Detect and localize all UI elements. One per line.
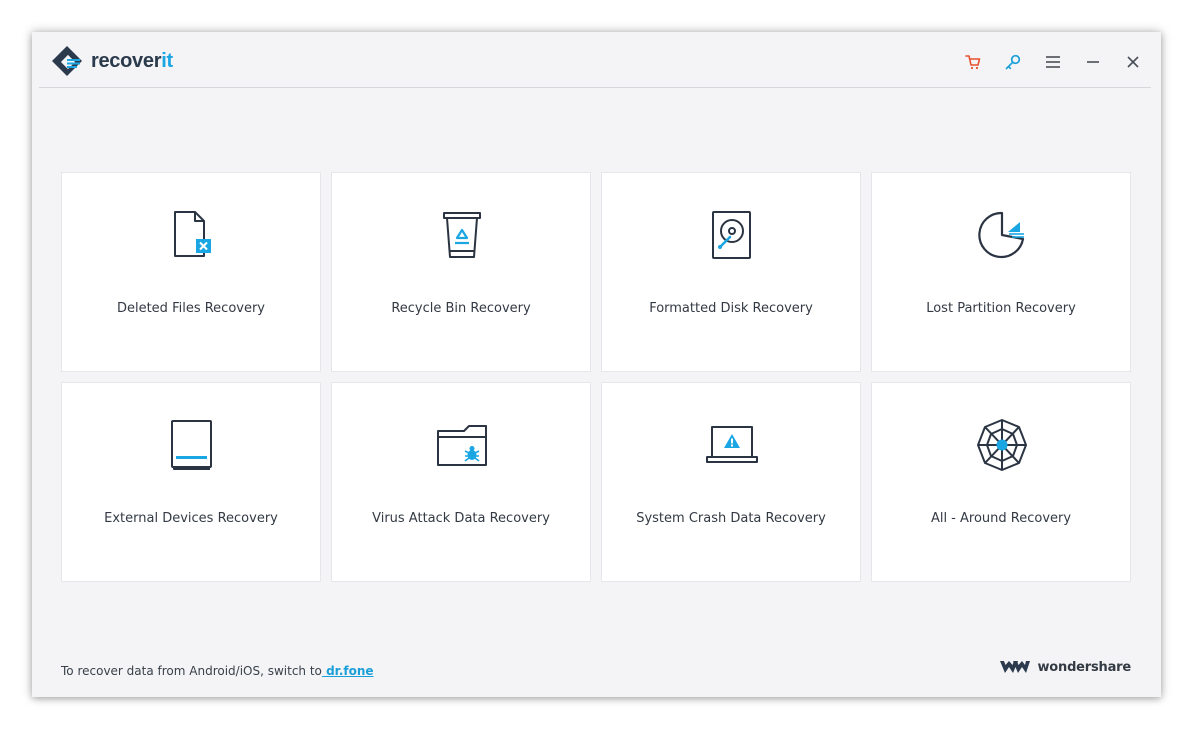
app-window: recoverit Deleted Files Recovery Recycle… bbox=[32, 32, 1161, 697]
card-external-devices-recovery[interactable]: External Devices Recovery bbox=[61, 382, 321, 582]
cart-button[interactable] bbox=[961, 50, 985, 74]
close-button[interactable] bbox=[1121, 50, 1145, 74]
card-lost-partition-recovery[interactable]: Lost Partition Recovery bbox=[871, 172, 1131, 372]
virus-folder-icon bbox=[437, 425, 487, 466]
hard-disk-icon bbox=[712, 211, 751, 259]
card-label: Lost Partition Recovery bbox=[926, 301, 1076, 316]
recycle-bin-icon bbox=[443, 212, 481, 258]
card-deleted-files-recovery[interactable]: Deleted Files Recovery bbox=[61, 172, 321, 372]
card-label: Recycle Bin Recovery bbox=[391, 301, 531, 316]
laptop-warning-icon bbox=[706, 426, 758, 463]
card-label: All - Around Recovery bbox=[930, 511, 1072, 526]
card-system-crash-data-recovery[interactable]: System Crash Data Recovery bbox=[601, 382, 861, 582]
card-label: System Crash Data Recovery bbox=[636, 511, 826, 526]
menu-button[interactable] bbox=[1041, 50, 1065, 74]
cart-icon bbox=[965, 55, 981, 70]
pie-partition-icon bbox=[978, 211, 1025, 259]
deleted-file-icon bbox=[174, 211, 211, 257]
card-formatted-disk-recovery[interactable]: Formatted Disk Recovery bbox=[601, 172, 861, 372]
card-label: External Devices Recovery bbox=[104, 511, 278, 526]
card-recycle-bin-recovery[interactable]: Recycle Bin Recovery bbox=[331, 172, 591, 372]
title-bar[interactable]: recoverit bbox=[32, 32, 1161, 88]
footer-note: To recover data from Android/iOS, switch… bbox=[61, 664, 374, 678]
menu-icon bbox=[1046, 56, 1060, 68]
card-all-around-recovery[interactable]: All - Around Recovery bbox=[871, 382, 1131, 582]
brand: recoverit bbox=[51, 45, 173, 77]
vendor-name: wondershare bbox=[1037, 659, 1131, 675]
register-button[interactable] bbox=[1001, 50, 1025, 74]
close-icon bbox=[1127, 56, 1139, 68]
card-label: Deleted Files Recovery bbox=[116, 301, 266, 316]
minimize-icon bbox=[1087, 61, 1099, 63]
drfone-link[interactable]: dr.fone bbox=[322, 664, 374, 678]
recovery-mode-grid: Deleted Files Recovery Recycle Bin Recov… bbox=[61, 172, 1131, 582]
key-icon bbox=[1005, 54, 1021, 70]
web-network-icon bbox=[977, 419, 1027, 471]
footer-text: To recover data from Android/iOS, switch… bbox=[61, 664, 322, 678]
card-virus-attack-data-recovery[interactable]: Virus Attack Data Recovery bbox=[331, 382, 591, 582]
recoverit-logo-icon bbox=[52, 46, 82, 76]
vendor-brand: wondershare bbox=[999, 658, 1131, 676]
title-divider bbox=[39, 87, 1151, 88]
minimize-button[interactable] bbox=[1081, 50, 1105, 74]
external-drive-icon bbox=[171, 420, 212, 470]
card-label: Virus Attack Data Recovery bbox=[372, 511, 550, 526]
window-controls bbox=[945, 50, 1145, 74]
card-label: Formatted Disk Recovery bbox=[649, 301, 813, 316]
wondershare-logo-icon bbox=[1000, 661, 1031, 673]
app-name: recoverit bbox=[91, 49, 173, 72]
